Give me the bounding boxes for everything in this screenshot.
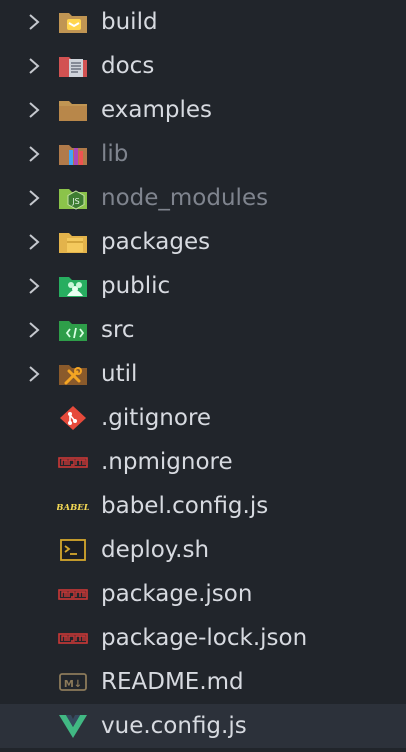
folder-row-build[interactable]: build bbox=[0, 0, 406, 44]
npm-icon bbox=[58, 633, 88, 644]
folder-row-lib[interactable]: lib bbox=[0, 132, 406, 176]
chevron-right-icon[interactable] bbox=[26, 365, 42, 383]
folder-build-icon bbox=[59, 13, 87, 33]
markdown-icon: M↓ bbox=[59, 673, 87, 691]
folder-row-src[interactable]: src bbox=[0, 308, 406, 352]
file-label: .gitignore bbox=[101, 405, 212, 431]
file-explorer-tree: build docs examples lib JS node_modules … bbox=[0, 0, 406, 752]
chevron-right-icon[interactable] bbox=[26, 57, 42, 75]
folder-label: node_modules bbox=[101, 185, 269, 211]
folder-label: build bbox=[101, 9, 158, 35]
file-label: deploy.sh bbox=[101, 537, 210, 563]
folder-label: util bbox=[101, 361, 138, 387]
file-label: babel.config.js bbox=[101, 493, 269, 519]
folder-row-packages[interactable]: packages bbox=[0, 220, 406, 264]
file-row-readme[interactable]: M↓ README.md bbox=[0, 660, 406, 704]
file-label: package.json bbox=[101, 581, 253, 607]
chevron-right-icon[interactable] bbox=[26, 233, 42, 251]
chevron-right-icon[interactable] bbox=[26, 145, 42, 163]
file-row-package-lock-json[interactable]: package-lock.json bbox=[0, 616, 406, 660]
folder-node-icon: JS bbox=[59, 189, 87, 210]
folder-label: packages bbox=[101, 229, 211, 255]
folder-row-util[interactable]: util bbox=[0, 352, 406, 396]
folder-util-icon bbox=[59, 365, 87, 385]
chevron-right-icon[interactable] bbox=[26, 189, 42, 207]
folder-row-docs[interactable]: docs bbox=[0, 44, 406, 88]
babel-icon: BABEL bbox=[57, 503, 89, 513]
chevron-right-icon[interactable] bbox=[26, 13, 42, 31]
file-label: package-lock.json bbox=[101, 625, 308, 651]
file-row-npmignore[interactable]: .npmignore bbox=[0, 440, 406, 484]
npm-icon bbox=[58, 589, 88, 600]
folder-row-node-modules[interactable]: JS node_modules bbox=[0, 176, 406, 220]
folder-label: docs bbox=[101, 53, 155, 79]
folder-public-icon bbox=[59, 277, 87, 297]
svg-text:M↓: M↓ bbox=[64, 679, 82, 690]
chevron-right-icon[interactable] bbox=[26, 321, 42, 339]
svg-text:JS: JS bbox=[71, 197, 79, 206]
file-label: README.md bbox=[101, 669, 244, 695]
folder-docs-icon bbox=[59, 57, 87, 77]
file-label: vue.config.js bbox=[101, 713, 247, 739]
chevron-right-icon[interactable] bbox=[26, 277, 42, 295]
folder-row-public[interactable]: public bbox=[0, 264, 406, 308]
svg-text:BABEL: BABEL bbox=[57, 503, 89, 513]
file-row-gitignore[interactable]: .gitignore bbox=[0, 396, 406, 440]
folder-lib-icon bbox=[59, 145, 87, 165]
file-row-babel-config[interactable]: BABEL babel.config.js bbox=[0, 484, 406, 528]
folder-src-icon bbox=[59, 321, 87, 341]
git-icon bbox=[60, 406, 86, 430]
npm-icon bbox=[58, 457, 88, 468]
folder-packages-icon bbox=[59, 233, 87, 253]
folder-row-examples[interactable]: examples bbox=[0, 88, 406, 132]
vue-icon bbox=[59, 715, 87, 738]
folder-label: lib bbox=[101, 141, 129, 167]
folder-label: src bbox=[101, 317, 135, 343]
folder-label: examples bbox=[101, 97, 212, 123]
chevron-right-icon[interactable] bbox=[26, 101, 42, 119]
file-row-vue-config[interactable]: vue.config.js bbox=[0, 704, 406, 748]
file-row-package-json[interactable]: package.json bbox=[0, 572, 406, 616]
folder-icon bbox=[59, 101, 87, 121]
shell-icon bbox=[60, 539, 86, 561]
file-label: .npmignore bbox=[101, 449, 233, 475]
folder-label: public bbox=[101, 273, 171, 299]
file-row-deploy-sh[interactable]: deploy.sh bbox=[0, 528, 406, 572]
